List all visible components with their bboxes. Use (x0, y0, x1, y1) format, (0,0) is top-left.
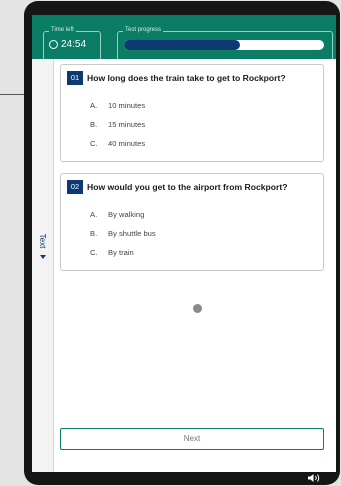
answer-option-a[interactable]: A. By walking (90, 210, 144, 220)
text-side-tab[interactable]: Text (32, 59, 54, 472)
question-card-2: 02 How would you get to the airport from… (60, 173, 324, 271)
loading-dot (193, 304, 202, 313)
option-text: 10 minutes (108, 101, 146, 110)
answer-option-c[interactable]: C. 40 minutes (90, 139, 145, 149)
time-left-value: 24:54 (61, 39, 87, 50)
question-text: How would you get to the airport from Ro… (87, 182, 288, 192)
question-card-1: 01 How long does the train take to get t… (60, 64, 324, 162)
option-text: By shuttle bus (108, 229, 156, 238)
option-letter: B. (90, 229, 98, 238)
test-progress-box: Test progress (117, 26, 333, 61)
answer-option-a[interactable]: A. 10 minutes (90, 101, 145, 111)
time-left-box: Time left 24:54 (43, 26, 101, 61)
option-text: 40 minutes (108, 139, 146, 148)
question-panel: Text 01 How long does the train take to … (32, 59, 336, 472)
question-number-badge: 01 (67, 71, 83, 85)
option-text: 15 minutes (108, 120, 146, 129)
question-text: How long does the train take to get to R… (87, 73, 286, 83)
test-progress-label: Test progress (123, 26, 164, 35)
test-header: Time left 24:54 Test progress (32, 15, 336, 61)
option-letter: B. (90, 120, 98, 129)
progress-fill (124, 40, 240, 50)
option-text: By train (108, 248, 134, 257)
option-letter: C. (90, 248, 98, 257)
progress-track (124, 40, 324, 50)
connector-line (0, 94, 24, 95)
answer-option-c[interactable]: C. By train (90, 248, 134, 258)
timer-icon (49, 40, 58, 49)
question-number-badge: 02 (67, 180, 83, 194)
chevron-down-icon (40, 255, 46, 259)
answer-option-b[interactable]: B. 15 minutes (90, 120, 145, 130)
speaker-icon[interactable] (307, 473, 321, 483)
time-left-label: Time left (49, 26, 76, 35)
option-text: By walking (108, 210, 145, 219)
option-letter: C. (90, 139, 98, 148)
answer-option-b[interactable]: B. By shuttle bus (90, 229, 156, 239)
tablet-frame: Time left 24:54 Test progress Text 01 Ho… (24, 1, 340, 485)
option-letter: A. (90, 101, 98, 110)
next-button[interactable]: Next (60, 428, 324, 450)
option-letter: A. (90, 210, 98, 219)
